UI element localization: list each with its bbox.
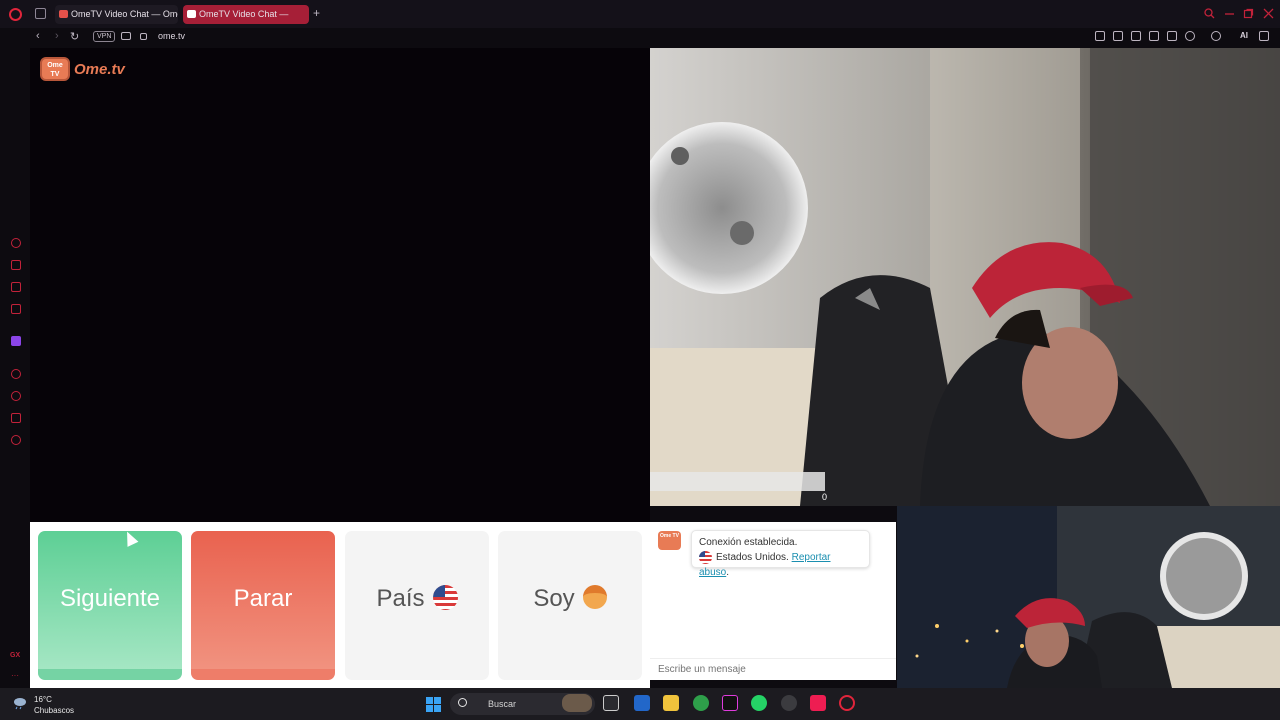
stranger-video-area: [30, 48, 650, 522]
gender-label: Soy: [533, 585, 575, 612]
report-suffix: .: [726, 567, 730, 578]
opera-gx-icon[interactable]: [839, 695, 855, 711]
stop-button[interactable]: Parar: [191, 531, 335, 680]
gender-button[interactable]: Soy: [498, 531, 642, 680]
twitch-icon[interactable]: [11, 336, 21, 346]
ometv-favicon-icon: [59, 10, 68, 18]
weather-widget[interactable]: 16°C Chubascos: [34, 694, 74, 716]
file-explorer-icon[interactable]: [663, 695, 679, 711]
address-bar: [0, 28, 1280, 48]
gx-control-icon[interactable]: [11, 238, 21, 248]
remote-video: 0: [650, 48, 1280, 506]
task-view-icon[interactable]: [603, 695, 619, 711]
system-message: Conexión establecida. Estados Unidos. Re…: [691, 530, 870, 578]
overlay-count: 0: [822, 492, 827, 502]
country-button[interactable]: País: [345, 531, 489, 680]
extensions-icon[interactable]: [11, 413, 21, 423]
country-label: País: [376, 585, 425, 612]
stop-label: Parar: [233, 585, 293, 612]
more-icon[interactable]: ···: [11, 671, 19, 680]
tab-label: OmeTV Video Chat —: [199, 9, 289, 19]
new-tab-button[interactable]: +: [313, 6, 320, 20]
workspaces-icon[interactable]: [35, 8, 46, 19]
chat-ometv-logo-icon: Ome TV: [658, 531, 681, 550]
speaker-icon: [187, 10, 196, 18]
gx-corner-icon[interactable]: [11, 260, 21, 270]
minimize-icon[interactable]: [1224, 8, 1235, 19]
store-icon[interactable]: [634, 695, 650, 711]
self-video-scene: [897, 506, 1280, 688]
lock-icon[interactable]: [140, 33, 147, 40]
us-flag-icon: [699, 550, 712, 564]
heart-icon[interactable]: [1185, 31, 1195, 41]
partner-country: Estados Unidos.: [716, 552, 789, 563]
play-icon[interactable]: [1167, 31, 1177, 41]
history-icon[interactable]: [11, 391, 21, 401]
connection-status-text: Conexión establecida.: [699, 537, 798, 548]
messenger-icon[interactable]: [11, 282, 21, 292]
restore-icon[interactable]: [1243, 8, 1254, 19]
opera-menu-icon[interactable]: [9, 8, 22, 21]
tab-label: OmeTV Video Chat — Ome: [71, 9, 178, 19]
remote-video-scene: 0: [650, 48, 1280, 506]
back-icon[interactable]: ‹: [36, 30, 40, 42]
adblock-icon[interactable]: [1131, 31, 1141, 41]
search-highlight-icon[interactable]: [562, 694, 592, 712]
account-icon[interactable]: [1211, 31, 1221, 41]
premiere-icon[interactable]: [722, 695, 738, 711]
chrome-icon[interactable]: [693, 695, 709, 711]
next-button[interactable]: Siguiente: [38, 531, 182, 680]
temperature: 16°C: [34, 695, 52, 704]
music-icon[interactable]: [11, 304, 21, 314]
ometv-logo-badge[interactable]: Ome TV: [40, 57, 70, 81]
steam-icon[interactable]: [781, 695, 797, 711]
us-flag-icon: [432, 584, 458, 610]
whatsapp-icon[interactable]: [751, 695, 767, 711]
vpn-badge[interactable]: VPN: [93, 31, 116, 42]
aria-ai-button[interactable]: AI: [1240, 31, 1248, 40]
tiktok-icon[interactable]: [810, 695, 826, 711]
reload-icon[interactable]: ↻: [70, 30, 79, 43]
self-video-preview: [897, 506, 1280, 688]
translate-icon[interactable]: [1149, 31, 1159, 41]
forward-icon[interactable]: ›: [55, 30, 59, 42]
settings-icon[interactable]: [11, 435, 21, 445]
ometv-logo-text[interactable]: Ome.tv: [74, 61, 125, 78]
menu-icon[interactable]: [1259, 31, 1269, 41]
search-tabs-icon[interactable]: [1204, 8, 1215, 19]
boy-emoji-icon: [582, 585, 607, 610]
next-label: Siguiente: [59, 585, 161, 612]
close-icon[interactable]: [1263, 8, 1274, 19]
search-icon: [458, 698, 467, 707]
bookmark-icon[interactable]: [1095, 31, 1105, 41]
gx-label: GX: [10, 652, 21, 659]
camera-icon[interactable]: [121, 32, 131, 40]
url-field[interactable]: ome.tv: [158, 31, 185, 41]
tab-ometv-2-active[interactable]: OmeTV Video Chat —: [183, 5, 309, 24]
partner-country-line: Estados Unidos. Reportar abuso.: [699, 550, 862, 580]
player-icon[interactable]: [11, 369, 21, 379]
tab-ometv-1[interactable]: OmeTV Video Chat — Ome: [55, 5, 178, 24]
browser-sidebar: [0, 48, 30, 688]
start-button-icon[interactable]: [426, 697, 441, 712]
message-input[interactable]: [650, 658, 896, 680]
weather-condition: Chubascos: [34, 706, 75, 715]
snapshot-icon[interactable]: [1113, 31, 1123, 41]
rain-weather-icon: [14, 698, 26, 710]
